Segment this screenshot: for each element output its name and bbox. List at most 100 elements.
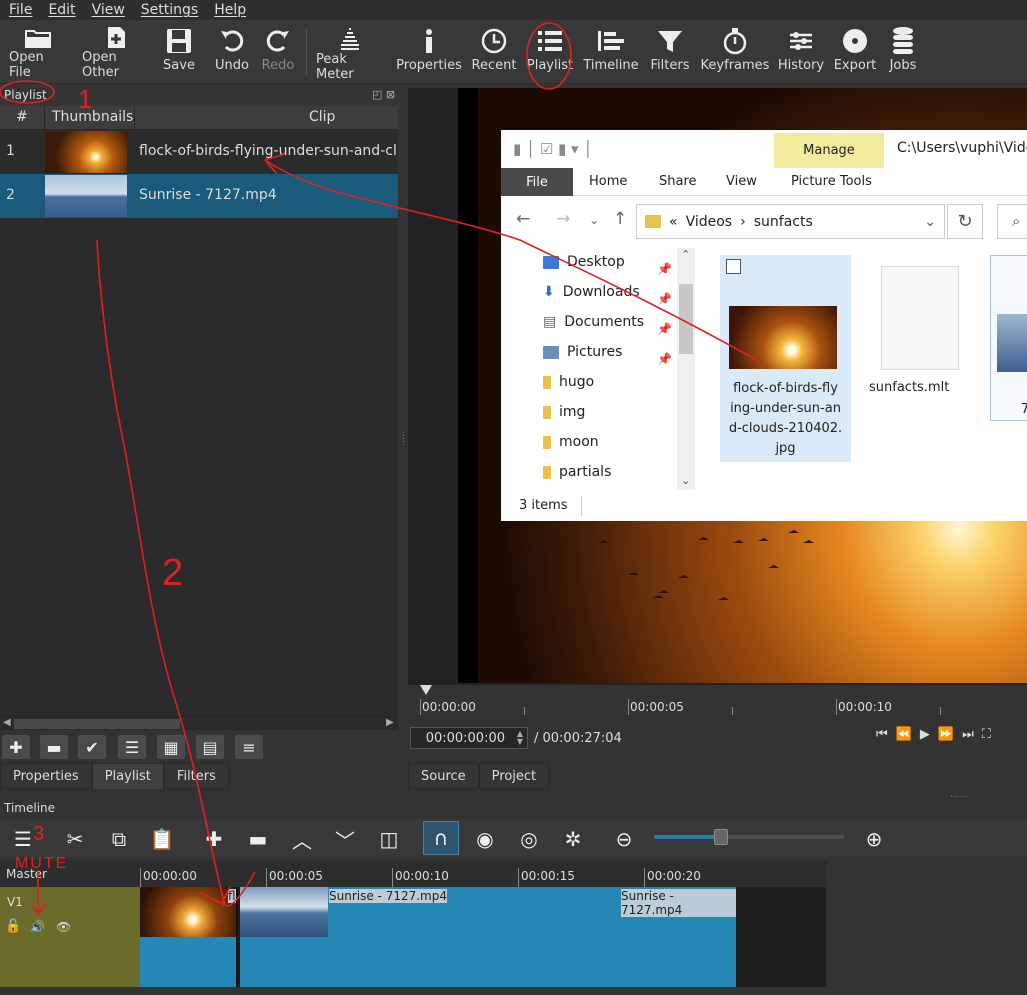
track-v1[interactable]: fl Sunrise - 7127.mp4 Sunrise - 7127.mp4 bbox=[140, 887, 826, 987]
icons-view-button[interactable]: ▤ bbox=[196, 735, 224, 759]
speaker-icon[interactable]: 🔊 bbox=[30, 920, 45, 934]
tree-item-hugo[interactable]: hugo bbox=[543, 374, 594, 390]
file-item-selected[interactable]: flock-of-birds-fly ing-under-sun-an d-cl… bbox=[720, 255, 851, 462]
cut-button[interactable]: ✂ bbox=[60, 825, 90, 853]
playlist-row[interactable]: 2 Sunrise - 7127.mp4 bbox=[0, 174, 398, 218]
ribbon-file[interactable]: File bbox=[501, 168, 573, 196]
play-icon[interactable]: ▶ bbox=[920, 727, 930, 742]
scroll-thumb[interactable] bbox=[679, 284, 693, 354]
save-button[interactable]: Save bbox=[163, 24, 195, 80]
manage-tab[interactable]: Manage bbox=[774, 133, 884, 168]
skip-end-icon[interactable]: ⏭ bbox=[962, 727, 974, 742]
menu-help[interactable]: Help bbox=[214, 2, 246, 18]
tree-item-pictures[interactable]: Pictures bbox=[543, 344, 622, 360]
back-arrow-icon[interactable]: ← bbox=[516, 209, 530, 229]
splitter-handle[interactable]: ..... bbox=[402, 427, 405, 448]
split-button[interactable]: ◫ bbox=[374, 825, 404, 853]
up-arrow-icon[interactable]: ↑ bbox=[613, 209, 627, 229]
scroll-right-icon[interactable]: ▶ bbox=[386, 717, 394, 728]
playlist-row[interactable]: 1 flock-of-birds-flying-under-sun-and-cl… bbox=[0, 130, 398, 174]
player-ruler[interactable]: 00:00:00 00:00:05 00:00:10 bbox=[408, 685, 1027, 715]
ribbon-picture-tools[interactable]: Picture Tools bbox=[791, 174, 872, 189]
lift-button[interactable]: ︿ bbox=[287, 825, 317, 853]
playhead-marker[interactable] bbox=[420, 685, 432, 695]
jobs-button[interactable]: Jobs bbox=[887, 24, 919, 80]
open-other-button[interactable]: Open Other bbox=[82, 24, 152, 80]
video-file-item[interactable]: 7 bbox=[990, 255, 1027, 421]
timeline-clip-birds[interactable]: fl bbox=[140, 887, 238, 987]
menu-settings[interactable]: Settings bbox=[141, 2, 198, 18]
playlist-button[interactable]: Playlist bbox=[527, 24, 573, 80]
filters-button[interactable]: Filters bbox=[650, 24, 690, 80]
tree-item-partials[interactable]: partials bbox=[543, 464, 611, 480]
search-box[interactable]: ⌕ bbox=[997, 204, 1027, 239]
paste-button[interactable]: 📋 bbox=[147, 825, 177, 853]
forward-arrow-icon[interactable]: → bbox=[556, 209, 570, 229]
tree-item-img[interactable]: img bbox=[543, 404, 585, 420]
append-button[interactable]: ✚ bbox=[199, 825, 229, 853]
playlist-hscrollbar[interactable]: ◀ ▶ bbox=[0, 716, 398, 730]
rewind-icon[interactable]: ⏪ bbox=[896, 727, 912, 742]
timeline-menu-button[interactable]: ☰ bbox=[8, 825, 38, 853]
remove-button[interactable]: ▬ bbox=[40, 735, 68, 759]
spinner-icon[interactable]: ▲ ▼ bbox=[517, 730, 523, 746]
ripple-delete-button[interactable]: ▬ bbox=[243, 825, 273, 853]
column-thumbnails[interactable]: Thumbnails bbox=[52, 109, 133, 125]
copy-button[interactable]: ⧉ bbox=[104, 825, 134, 853]
eye-icon[interactable]: 👁 bbox=[56, 920, 71, 934]
scroll-down-icon[interactable]: ⌄ bbox=[681, 474, 690, 487]
zoom-in-button[interactable]: ⊕ bbox=[859, 825, 889, 853]
snap-toggle[interactable]: ∩ bbox=[423, 821, 459, 855]
history-button[interactable]: History bbox=[778, 24, 824, 80]
recent-button[interactable]: Recent bbox=[472, 24, 516, 80]
redo-button[interactable]: Redo bbox=[262, 24, 294, 80]
ribbon-view[interactable]: View bbox=[726, 174, 757, 189]
select-checkbox[interactable] bbox=[726, 259, 741, 274]
scroll-up-icon[interactable]: ⌃ bbox=[681, 248, 690, 261]
tree-item-moon[interactable]: moon bbox=[543, 434, 599, 450]
timeline-button[interactable]: Timeline bbox=[583, 24, 639, 80]
ripple-button[interactable]: ◎ bbox=[514, 825, 544, 853]
menu-view[interactable]: View bbox=[92, 2, 125, 18]
menu-edit[interactable]: Edit bbox=[48, 2, 75, 18]
tree-item-documents[interactable]: ▤ Documents bbox=[543, 314, 644, 330]
ripple-all-button[interactable]: ✲ bbox=[558, 825, 588, 853]
chevron-down-icon[interactable]: ⌄ bbox=[924, 214, 936, 230]
update-button[interactable]: ✔ bbox=[78, 735, 106, 759]
column-clip[interactable]: Clip bbox=[309, 109, 335, 125]
keyframes-button[interactable]: Keyframes bbox=[701, 24, 769, 80]
dock-float-close-icon[interactable]: ◰ ⊠ bbox=[372, 88, 395, 101]
zoom-out-button[interactable]: ⊖ bbox=[609, 825, 639, 853]
skip-start-icon[interactable]: ⏮ bbox=[876, 727, 888, 742]
scroll-left-icon[interactable]: ◀ bbox=[3, 717, 11, 728]
properties-button[interactable]: Properties bbox=[396, 24, 462, 80]
tree-scrollbar[interactable]: ⌃ ⌄ bbox=[677, 248, 695, 490]
scroll-thumb[interactable] bbox=[14, 719, 180, 729]
zoom-slider[interactable] bbox=[654, 829, 844, 845]
fast-forward-icon[interactable]: ⏩ bbox=[938, 727, 954, 742]
open-file-button[interactable]: Open File bbox=[9, 24, 67, 80]
slider-knob[interactable] bbox=[714, 829, 728, 845]
playlist-menu-button[interactable]: ≡ bbox=[235, 735, 263, 759]
tiles-view-button[interactable]: ▦ bbox=[157, 735, 185, 759]
tab-playlist[interactable]: Playlist bbox=[91, 763, 164, 789]
column-number[interactable]: # bbox=[16, 109, 28, 125]
ribbon-share[interactable]: Share bbox=[659, 174, 697, 189]
add-button[interactable]: ✚ bbox=[2, 735, 30, 759]
refresh-button[interactable]: ↻ bbox=[947, 204, 983, 239]
address-bar[interactable]: « Videos › sunfacts ⌄ bbox=[636, 204, 945, 239]
tree-item-desktop[interactable]: Desktop bbox=[543, 254, 625, 270]
peak-meter-button[interactable]: Peak Meter bbox=[316, 24, 384, 82]
timeline-ruler[interactable]: 00:00:00 00:00:05 00:00:10 00:00:15 00:0… bbox=[140, 860, 826, 887]
timeline-clip-sunrise[interactable]: Sunrise - 7127.mp4 Sunrise - 7127.mp4 bbox=[240, 887, 736, 987]
scrub-button[interactable]: ◉ bbox=[470, 825, 500, 853]
overwrite-button[interactable]: ﹀ bbox=[330, 825, 360, 853]
tab-filters[interactable]: Filters bbox=[163, 763, 229, 789]
ribbon-home[interactable]: Home bbox=[589, 174, 627, 189]
toggle-zoom-icon[interactable]: ⛶ bbox=[982, 727, 991, 742]
recent-locations-icon[interactable]: ⌄ bbox=[589, 213, 599, 227]
export-button[interactable]: Export bbox=[834, 24, 876, 80]
tree-item-downloads[interactable]: ⬇ Downloads bbox=[543, 284, 640, 300]
undo-button[interactable]: Undo bbox=[215, 24, 249, 80]
tab-properties[interactable]: Properties bbox=[0, 763, 92, 789]
